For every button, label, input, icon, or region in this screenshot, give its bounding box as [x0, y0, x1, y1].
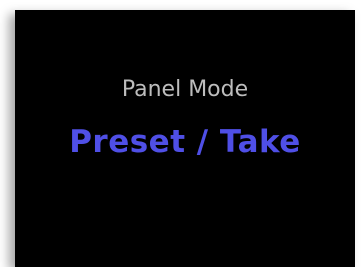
screen: Panel Mode Preset / Take — [0, 0, 362, 267]
panel-mode-value: Preset / Take — [69, 124, 301, 160]
panel-mode-label: Panel Mode — [121, 77, 249, 102]
panel-mode-display: Panel Mode Preset / Take — [15, 10, 355, 267]
